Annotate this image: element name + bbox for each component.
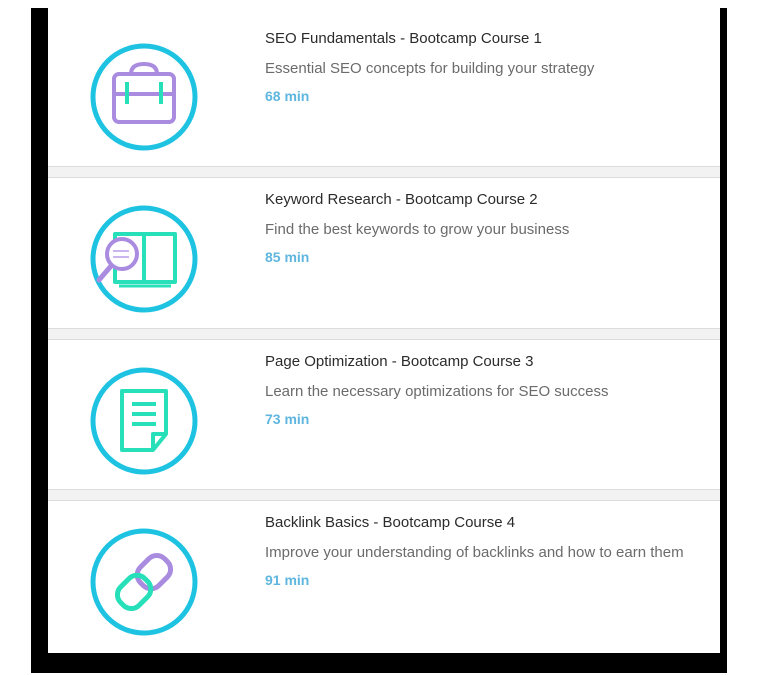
course-title[interactable]: Page Optimization - Bootcamp Course 3 <box>265 352 710 372</box>
course-card[interactable]: Keyword Research - Bootcamp Course 2 Fin… <box>48 178 720 328</box>
course-description: Find the best keywords to grow your busi… <box>265 221 570 238</box>
course-duration: 85 min <box>265 249 310 265</box>
divider <box>48 489 720 501</box>
course-duration: 91 min <box>265 572 310 588</box>
course-duration: 73 min <box>265 411 310 427</box>
course-title[interactable]: Keyword Research - Bootcamp Course 2 <box>265 190 710 210</box>
course-card[interactable]: Backlink Basics - Bootcamp Course 4 Impr… <box>48 501 720 653</box>
course-description: Essential SEO concepts for building your… <box>265 60 595 77</box>
course-duration: 68 min <box>265 88 310 104</box>
course-description: Improve your understanding of backlinks … <box>265 544 684 561</box>
course-description: Learn the necessary optimizations for SE… <box>265 383 609 400</box>
divider <box>48 166 720 178</box>
course-title[interactable]: SEO Fundamentals - Bootcamp Course 1 <box>265 29 710 49</box>
course-title[interactable]: Backlink Basics - Bootcamp Course 4 <box>265 513 710 533</box>
book-magnifier-icon <box>89 204 199 314</box>
briefcase-icon <box>89 42 199 152</box>
course-card[interactable]: Page Optimization - Bootcamp Course 3 Le… <box>48 340 720 489</box>
document-icon <box>89 366 199 476</box>
chain-link-icon <box>89 527 199 637</box>
course-list: SEO Fundamentals - Bootcamp Course 1 Ess… <box>48 8 720 653</box>
divider <box>48 328 720 340</box>
course-card[interactable]: SEO Fundamentals - Bootcamp Course 1 Ess… <box>48 8 720 166</box>
